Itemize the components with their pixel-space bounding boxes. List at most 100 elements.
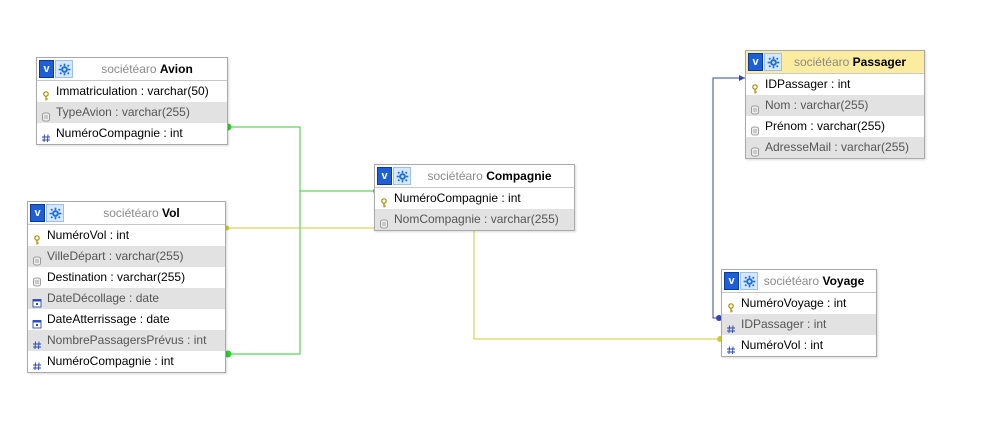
toggle-button[interactable]: v [39,60,54,78]
table-name: Passager [852,55,907,69]
table-header[interactable]: v sociétéaro Avion [37,58,227,81]
table-title: sociétéaro Avion [73,62,227,76]
table-voyage[interactable]: v sociétéaro Voyage NuméroVoyage : int ID… [721,269,877,357]
column-label: Immatriculation : varchar(50) [56,84,209,98]
table-avion[interactable]: v sociétéaro Avion Immatriculation : var… [36,57,228,145]
table-row[interactable]: NuméroCompagnie : int [375,188,574,209]
column-label: NuméroCompagnie : int [47,354,174,368]
column-label: Prénom : varchar(255) [765,119,886,133]
relation-vol-compagnie [228,191,301,355]
date-icon [32,315,42,328]
table-row[interactable]: AdresseMail : varchar(255) [746,137,924,158]
toggle-button[interactable]: v [748,53,763,71]
column-label: NuméroVol : int [47,228,130,242]
column-list: Immatriculation : varchar(50) TypeAvion :… [37,81,227,144]
key-icon [41,87,51,100]
table-title: sociétéaro Vol [64,206,225,220]
table-row[interactable]: DateDécollage : date [28,288,225,309]
database-name: sociétéaro [101,62,157,76]
column-label: TypeAvion : varchar(255) [56,105,190,119]
table-row[interactable]: NuméroCompagnie : int [28,351,225,372]
table-row[interactable]: NuméroVol : int [722,335,876,356]
gear-icon[interactable] [55,60,73,78]
toggle-button[interactable]: v [377,167,392,185]
table-name: Voyage [822,274,865,288]
date-icon [32,294,42,307]
table-name: Vol [161,206,180,220]
column-label: Destination : varchar(255) [47,270,186,284]
table-title: sociétéaro Compagnie [411,169,574,183]
table-title: sociétéaro Voyage [758,274,876,288]
column-label: VilleDépart : varchar(255) [47,249,184,263]
table-row[interactable]: NuméroCompagnie : int [37,123,227,144]
column-list: IDPassager : int Nom : varchar(255) Prénom… [746,74,924,158]
relation-avion-compagnie [228,126,374,192]
table-row[interactable]: IDPassager : int [722,314,876,335]
database-name: sociétéaro [763,274,820,288]
database-name: sociétéaro [103,206,159,220]
key-icon [32,231,42,244]
table-row[interactable]: NomCompagnie : varchar(255) [375,209,574,230]
gear-icon[interactable] [764,53,782,71]
column-list: NuméroCompagnie : int NomCompagnie : varc… [375,188,574,230]
table-compagnie[interactable]: v sociétéaro Compagnie NuméroCompagnie :… [374,164,575,231]
number-icon [726,320,736,333]
table-vol[interactable]: v sociétéaro Vol NuméroVol : int VilleDép… [27,201,226,373]
column-label: IDPassager : int [741,317,827,331]
field-icon [32,273,42,286]
table-name: Compagnie [486,169,552,183]
table-row[interactable]: Immatriculation : varchar(50) [37,81,227,102]
table-header[interactable]: v sociétéaro Vol [28,202,225,225]
number-icon [726,341,736,354]
field-icon [750,122,760,135]
table-header[interactable]: v sociétéaro Passager [746,51,924,74]
number-icon [32,357,42,370]
column-label: NuméroVol : int [741,338,824,352]
table-passager[interactable]: v sociétéaro Passager IDPassager : int No… [745,50,925,159]
table-name: Avion [159,62,193,76]
column-label: NuméroCompagnie : int [394,191,521,205]
toggle-button[interactable]: v [724,272,739,290]
table-row[interactable]: Nom : varchar(255) [746,95,924,116]
relation-vol-voyage [225,227,720,340]
table-row[interactable]: VilleDépart : varchar(255) [28,246,225,267]
gear-icon[interactable] [393,167,411,185]
field-icon [379,215,389,228]
table-header[interactable]: v sociétéaro Voyage [722,270,876,293]
field-icon [32,252,42,265]
number-icon [32,336,42,349]
table-row[interactable]: Prénom : varchar(255) [746,116,924,137]
table-row[interactable]: NuméroVoyage : int [722,293,876,314]
key-icon [726,299,736,312]
table-row[interactable]: IDPassager : int [746,74,924,95]
database-name: sociétéaro [793,55,850,69]
column-label: NuméroVoyage : int [741,296,847,310]
column-label: NuméroCompagnie : int [56,126,183,140]
column-label: Nom : varchar(255) [765,98,869,112]
table-row[interactable]: NombrePassagersPrévus : int [28,330,225,351]
table-row[interactable]: NuméroVol : int [28,225,225,246]
field-icon [750,101,760,114]
table-row[interactable]: DateAtterrissage : date [28,309,225,330]
table-row[interactable]: Destination : varchar(255) [28,267,225,288]
column-label: IDPassager : int [765,77,851,91]
table-title: sociétéaro Passager [782,55,924,69]
number-icon [41,129,51,142]
gear-icon[interactable] [740,272,758,290]
column-label: DateAtterrissage : date [47,312,170,326]
key-icon [750,80,760,93]
column-label: NombrePassagersPrévus : int [47,333,207,347]
column-label: NomCompagnie : varchar(255) [394,212,559,226]
table-header[interactable]: v sociétéaro Compagnie [375,165,574,188]
gear-icon[interactable] [46,204,64,222]
database-name: sociétéaro [427,169,483,183]
field-icon [41,108,51,121]
column-label: DateDécollage : date [47,291,160,305]
table-row[interactable]: TypeAvion : varchar(255) [37,102,227,123]
column-label: AdresseMail : varchar(255) [765,140,910,154]
column-list: NuméroVoyage : int IDPassager : int Numéro… [722,293,876,356]
key-icon [379,194,389,207]
column-list: NuméroVol : int VilleDépart : varchar(255… [28,225,225,372]
toggle-button[interactable]: v [30,204,45,222]
field-icon [750,143,760,156]
